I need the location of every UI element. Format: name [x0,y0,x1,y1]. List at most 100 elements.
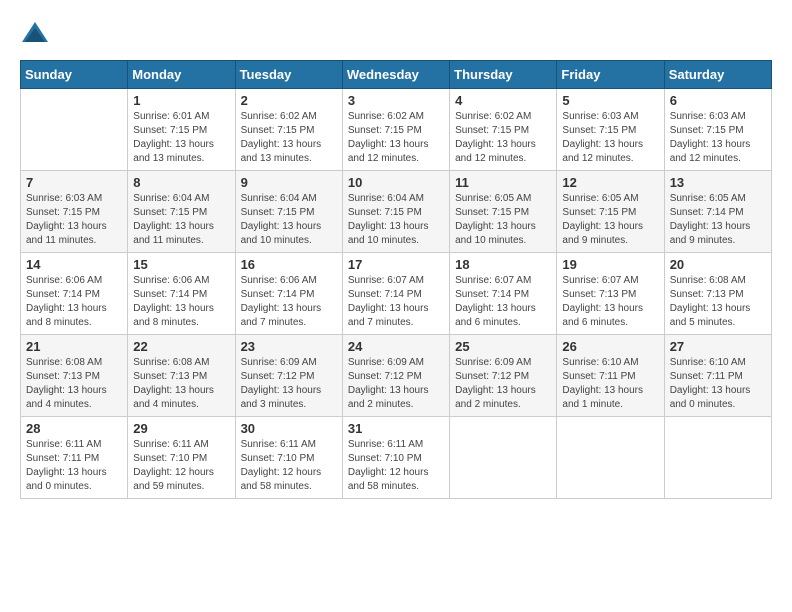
day-number: 2 [241,93,337,108]
logo-icon [20,20,50,50]
day-info: Sunrise: 6:07 AM Sunset: 7:14 PM Dayligh… [348,274,444,330]
day-number: 24 [348,339,444,354]
calendar-cell [450,417,557,499]
calendar-cell: 1 Sunrise: 6:01 AM Sunset: 7:15 PM Daylig… [128,89,235,171]
day-info: Sunrise: 6:04 AM Sunset: 7:15 PM Dayligh… [133,192,229,248]
day-number: 14 [26,257,122,272]
day-info: Sunrise: 6:11 AM Sunset: 7:11 PM Dayligh… [26,438,122,494]
calendar-cell: 19 Sunrise: 6:07 AM Sunset: 7:13 PM Dayli… [557,253,664,335]
calendar-cell: 9 Sunrise: 6:04 AM Sunset: 7:15 PM Daylig… [235,171,342,253]
day-info: Sunrise: 6:11 AM Sunset: 7:10 PM Dayligh… [133,438,229,494]
calendar-week-row: 21 Sunrise: 6:08 AM Sunset: 7:13 PM Dayli… [21,335,772,417]
calendar-cell: 6 Sunrise: 6:03 AM Sunset: 7:15 PM Daylig… [664,89,771,171]
day-info: Sunrise: 6:10 AM Sunset: 7:11 PM Dayligh… [562,356,658,412]
calendar-week-row: 7 Sunrise: 6:03 AM Sunset: 7:15 PM Daylig… [21,171,772,253]
calendar-cell: 29 Sunrise: 6:11 AM Sunset: 7:10 PM Dayli… [128,417,235,499]
calendar-cell: 11Sunrise: 6:05 AM Sunset: 7:15 PM Dayli… [450,171,557,253]
day-info: Sunrise: 6:04 AM Sunset: 7:15 PM Dayligh… [348,192,444,248]
day-info: Sunrise: 6:02 AM Sunset: 7:15 PM Dayligh… [455,110,551,166]
calendar-cell: 24 Sunrise: 6:09 AM Sunset: 7:12 PM Dayli… [342,335,449,417]
day-info: Sunrise: 6:08 AM Sunset: 7:13 PM Dayligh… [670,274,766,330]
day-number: 29 [133,421,229,436]
calendar-cell: 23 Sunrise: 6:09 AM Sunset: 7:12 PM Dayli… [235,335,342,417]
calendar-cell: 21 Sunrise: 6:08 AM Sunset: 7:13 PM Dayli… [21,335,128,417]
header-saturday: Saturday [664,61,771,89]
day-info: Sunrise: 6:07 AM Sunset: 7:14 PM Dayligh… [455,274,551,330]
day-number: 30 [241,421,337,436]
day-info: Sunrise: 6:09 AM Sunset: 7:12 PM Dayligh… [455,356,551,412]
calendar-cell: 14Sunrise: 6:06 AM Sunset: 7:14 PM Dayli… [21,253,128,335]
day-info: Sunrise: 6:05 AM Sunset: 7:14 PM Dayligh… [670,192,766,248]
calendar-week-row: 14 Sunrise: 6:06 AM Sunset: 7:14 PM Dayli… [21,253,772,335]
calendar-cell: 26 Sunrise: 6:10 AM Sunset: 7:11 PM Dayli… [557,335,664,417]
day-number: 9 [241,175,337,190]
calendar-cell: 16 Sunrise: 6:06 AM Sunset: 7:14 PM Dayli… [235,253,342,335]
day-number: 25 [455,339,551,354]
calendar-cell: 2Sunrise: 6:02 AM Sunset: 7:15 PM Daylig… [235,89,342,171]
day-number: 12 [562,175,658,190]
calendar-cell: 8 Sunrise: 6:04 AM Sunset: 7:15 PM Daylig… [128,171,235,253]
calendar-week-row: 1 Sunrise: 6:01 AM Sunset: 7:15 PM Daylig… [21,89,772,171]
day-info: Sunrise: 6:03 AM Sunset: 7:15 PM Dayligh… [562,110,658,166]
calendar-cell [664,417,771,499]
day-number: 31 [348,421,444,436]
calendar-cell: 18 Sunrise: 6:07 AM Sunset: 7:14 PM Dayli… [450,253,557,335]
day-number: 4 [455,93,551,108]
day-number: 11 [455,175,551,190]
day-number: 8 [133,175,229,190]
day-info: Sunrise: 6:07 AM Sunset: 7:13 PM Dayligh… [562,274,658,330]
day-number: 28 [26,421,122,436]
calendar-week-row: 28 Sunrise: 6:11 AM Sunset: 7:11 PM Dayli… [21,417,772,499]
calendar-cell: 15 Sunrise: 6:06 AM Sunset: 7:14 PM Dayli… [128,253,235,335]
calendar-cell: 22 Sunrise: 6:08 AM Sunset: 7:13 PM Dayli… [128,335,235,417]
day-number: 18 [455,257,551,272]
calendar-cell: 7 Sunrise: 6:03 AM Sunset: 7:15 PM Daylig… [21,171,128,253]
day-info: Sunrise: 6:01 AM Sunset: 7:15 PM Dayligh… [133,110,229,166]
calendar-cell: 17 Sunrise: 6:07 AM Sunset: 7:14 PM Dayli… [342,253,449,335]
day-info: Sunrise: 6:05 AM Sunset: 7:15 PM Dayligh… [562,192,658,248]
calendar-cell: 4 Sunrise: 6:02 AM Sunset: 7:15 PM Daylig… [450,89,557,171]
calendar-cell: 28 Sunrise: 6:11 AM Sunset: 7:11 PM Dayli… [21,417,128,499]
day-number: 21 [26,339,122,354]
day-number: 1 [133,93,229,108]
calendar-header-row: SundayMondayTuesdayWednesdayThursdayFrid… [21,61,772,89]
day-info: Sunrise: 6:08 AM Sunset: 7:13 PM Dayligh… [133,356,229,412]
calendar-cell: 13 Sunrise: 6:05 AM Sunset: 7:14 PM Dayli… [664,171,771,253]
calendar-cell: 30 Sunrise: 6:11 AM Sunset: 7:10 PM Dayli… [235,417,342,499]
day-info: Sunrise: 6:06 AM Sunset: 7:14 PM Dayligh… [241,274,337,330]
day-info: Sunrise: 6:09 AM Sunset: 7:12 PM Dayligh… [241,356,337,412]
calendar-cell: 12 Sunrise: 6:05 AM Sunset: 7:15 PM Dayli… [557,171,664,253]
day-info: Sunrise: 6:03 AM Sunset: 7:15 PM Dayligh… [670,110,766,166]
header-wednesday: Wednesday [342,61,449,89]
day-number: 17 [348,257,444,272]
day-number: 16 [241,257,337,272]
day-number: 13 [670,175,766,190]
calendar-cell [557,417,664,499]
day-info: Sunrise: 6:11 AM Sunset: 7:10 PM Dayligh… [241,438,337,494]
day-number: 23 [241,339,337,354]
calendar-cell: 27Sunrise: 6:10 AM Sunset: 7:11 PM Dayli… [664,335,771,417]
header [20,20,772,50]
calendar-cell [21,89,128,171]
day-info: Sunrise: 6:03 AM Sunset: 7:15 PM Dayligh… [26,192,122,248]
day-info: Sunrise: 6:04 AM Sunset: 7:15 PM Dayligh… [241,192,337,248]
day-number: 20 [670,257,766,272]
calendar-cell: 5Sunrise: 6:03 AM Sunset: 7:15 PM Daylig… [557,89,664,171]
day-number: 3 [348,93,444,108]
day-info: Sunrise: 6:10 AM Sunset: 7:11 PM Dayligh… [670,356,766,412]
header-tuesday: Tuesday [235,61,342,89]
day-number: 15 [133,257,229,272]
logo [20,20,52,50]
day-number: 7 [26,175,122,190]
day-info: Sunrise: 6:02 AM Sunset: 7:15 PM Dayligh… [348,110,444,166]
calendar-cell: 31Sunrise: 6:11 AM Sunset: 7:10 PM Dayli… [342,417,449,499]
day-number: 6 [670,93,766,108]
day-info: Sunrise: 6:06 AM Sunset: 7:14 PM Dayligh… [133,274,229,330]
day-info: Sunrise: 6:09 AM Sunset: 7:12 PM Dayligh… [348,356,444,412]
day-info: Sunrise: 6:08 AM Sunset: 7:13 PM Dayligh… [26,356,122,412]
day-number: 26 [562,339,658,354]
day-number: 19 [562,257,658,272]
calendar-cell: 25 Sunrise: 6:09 AM Sunset: 7:12 PM Dayli… [450,335,557,417]
calendar-cell: 10Sunrise: 6:04 AM Sunset: 7:15 PM Dayli… [342,171,449,253]
day-number: 22 [133,339,229,354]
